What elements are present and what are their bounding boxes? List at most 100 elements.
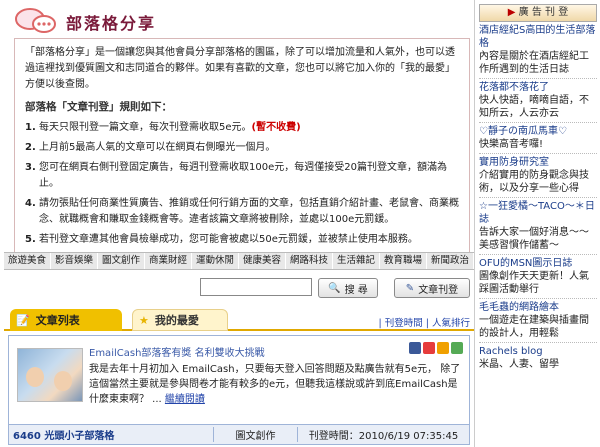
article-excerpt: 我是去年十月初加入 EmailCash，只要每天登入回答問題及點廣告就有5e元，… [89, 362, 465, 407]
sidebar-blog-list: 酒店經紀S高田的生活部落格 內容是關於在酒店經紀工作所遇到的生活日誌 花落都不落… [479, 24, 597, 373]
sidebar-blog-item: 毛毛蟲的網路繪本 一個遊走在建築與插畫間的設計人，用輕鬆 [479, 301, 597, 340]
category-business[interactable]: 商業財經 [145, 253, 192, 269]
category-news[interactable]: 新聞政治 [427, 253, 474, 269]
article-author-link[interactable]: 6460 光頭小子部落格 [9, 427, 213, 442]
article-footer: 6460 光頭小子部落格 圖文創作 刊登時間：2010/6/19 07:35:4… [9, 424, 469, 444]
sidebar-blog-item: OFU的MSN圖示日誌 圖像創作天天更新！人氣踩圖活動舉行 [479, 257, 597, 296]
sidebar-blog-item: ☆一狂愛橘～TACO～＊日誌 告訴大家一個好消息～～美感習慣作儲蓄～ [479, 200, 597, 252]
category-travel-food[interactable]: 旅遊美食 [4, 253, 51, 269]
sidebar-blog-desc: 圖像創作天天更新！人氣踩圖活動舉行 [479, 271, 589, 295]
category-bar: 旅遊美食 影音娛樂 圖文創作 商業財經 運動休閒 健康美容 網路科技 生活雜記 … [4, 252, 474, 270]
sort-by-popularity-link[interactable]: 人氣排行 [432, 318, 470, 329]
tab-favorites-label: 我的最愛 [154, 314, 199, 327]
tab-favorites[interactable]: ★ 我的最愛 [132, 309, 228, 331]
ad-placement-button[interactable]: ▶ 廣 告 刊 登 [479, 4, 597, 22]
sort-by-time-link[interactable]: 刊登時間 [385, 318, 423, 329]
sidebar-blog-link[interactable]: Rachels blog [479, 345, 597, 358]
sidebar-blog-item: ♡靜子の南瓜馬車♡ 快樂高音考囉! [479, 125, 597, 151]
sidebar-blog-link[interactable]: 花落都不落花了 [479, 81, 597, 94]
article-card: EmailCash部落客有獎 名利雙收大挑戰 我是去年十月初加入 EmailCa… [8, 335, 470, 445]
rule-item: 4. 請勿張貼任何商業性質廣告、推銷或任何行銷方面的文章，包括直銷介紹計畫、老鼠… [25, 196, 459, 228]
divider [479, 298, 597, 299]
rule-note: (暫不收費) [251, 122, 301, 133]
rule-item: 1. 每天只限刊登一篇文章，每次刊登需收取5e元。(暫不收費) [25, 120, 459, 136]
rule-item: 5. 若刊登文章遭其他會員檢舉成功，您可能會被處以50e元罰鍰，並被禁止使用本服… [25, 232, 459, 248]
tab-article-list[interactable]: 📝 文章列表 [10, 309, 122, 331]
divider [479, 197, 597, 198]
child-face-image [26, 367, 44, 387]
page-title: 部落格分享 [66, 14, 157, 33]
sidebar: ▶ 廣 告 刊 登 酒店經紀S高田的生活部落格 內容是關於在酒店經紀工作所遇到的… [474, 0, 600, 447]
divider [479, 122, 597, 123]
sidebar-blog-desc: 內容是關於在酒店經紀工作所遇到的生活日誌 [479, 51, 589, 75]
divider [479, 153, 597, 154]
category-sports[interactable]: 運動休閒 [192, 253, 239, 269]
rules-title: 部落格「文章刊登」規則如下： [25, 101, 172, 113]
divider [479, 342, 597, 343]
sidebar-blog-item: 花落都不落花了 快人快語，嘀嘀自語，不知所云，人云亦云 [479, 81, 597, 120]
rule-text: 上月前5最高人氣的文章可以在網頁右側曝光一個月。 [39, 142, 276, 153]
divider [479, 78, 597, 79]
sidebar-blog-link[interactable]: OFU的MSN圖示日誌 [479, 257, 597, 270]
sidebar-blog-link[interactable]: ♡靜子の南瓜馬車♡ [479, 125, 597, 138]
plurk-icon[interactable] [423, 342, 435, 354]
facebook-icon[interactable] [409, 342, 421, 354]
rule-text: 若刊登文章遭其他會員檢舉成功，您可能會被處以50e元罰鍰，並被禁止使用本服務。 [39, 234, 418, 245]
post-article-button[interactable]: ✎ 文章刊登 [394, 278, 470, 298]
rule-text: 每天只限刊登一篇文章，每次刊登需收取5e元。 [39, 122, 252, 133]
share-buttons [409, 342, 463, 354]
tab-bar: 📝 文章列表 ★ 我的最愛 | 刊登時間 | 人氣排行 [4, 309, 474, 331]
bookmark-icon[interactable] [451, 342, 463, 354]
intro-text: 「部落格分享」是一個讓您與其他會員分享部落格的園區，除了可以增加流量和人氣外，也… [25, 47, 455, 90]
category-entertainment[interactable]: 影音娛樂 [51, 253, 98, 269]
intro-panel: 「部落格分享」是一個讓您與其他會員分享部落格的園區，除了可以增加流量和人氣外，也… [14, 38, 470, 270]
sort-links: | 刊登時間 | 人氣排行 [378, 318, 470, 329]
main-content: 部落格分享 「部落格分享」是一個讓您與其他會員分享部落格的園區，除了可以增加流量… [0, 0, 474, 447]
category-creative[interactable]: 圖文創作 [98, 253, 145, 269]
sidebar-blog-desc: 快樂高音考囉! [479, 139, 544, 150]
divider [479, 254, 597, 255]
child-face-image [54, 371, 72, 391]
category-life[interactable]: 生活雜記 [333, 253, 380, 269]
page-header: 部落格分享 [8, 2, 468, 38]
rule-number: 4. [25, 198, 36, 209]
read-more-link[interactable]: 繼續閱讀 [165, 394, 205, 405]
article-title[interactable]: EmailCash部落客有獎 名利雙收大挑戰 [89, 344, 265, 359]
tab-article-list-label: 文章列表 [35, 314, 80, 327]
sidebar-blog-link[interactable]: 酒店經紀S高田的生活部落格 [479, 24, 597, 50]
rule-number: 2. [25, 142, 36, 153]
sidebar-blog-link[interactable]: 實用防身研究室 [479, 156, 597, 169]
search-button-label: 搜 尋 [344, 284, 368, 296]
sidebar-blog-desc: 一個遊走在建築與插畫間的設計人，用輕鬆 [479, 315, 589, 339]
sidebar-blog-desc: 米晶、人妻、留學 [479, 359, 559, 370]
star-icon: ★ [139, 313, 149, 327]
rules-list: 1. 每天只限刊登一篇文章，每次刊登需收取5e元。(暫不收費) 2. 上月前5最… [25, 120, 459, 248]
sidebar-blog-item: 酒店經紀S高田的生活部落格 內容是關於在酒店經紀工作所遇到的生活日誌 [479, 24, 597, 76]
rule-text: 請勿張貼任何商業性質廣告、推銷或任何行銷方面的文章，包括直銷介紹計畫、老鼠會、商… [39, 198, 459, 225]
rule-number: 3. [25, 162, 36, 173]
search-input[interactable] [200, 278, 312, 296]
rule-number: 5. [25, 234, 36, 245]
article-category: 圖文創作 [213, 427, 297, 442]
rule-number: 1. [25, 122, 36, 133]
share-icon[interactable] [437, 342, 449, 354]
sidebar-blog-desc: 告訴大家一個好消息～～美感習慣作儲蓄～ [479, 227, 589, 251]
chat-bubbles-icon [15, 8, 56, 33]
category-tech[interactable]: 網路科技 [286, 253, 333, 269]
search-button[interactable]: 🔍 搜 尋 [318, 278, 378, 298]
sidebar-blog-link[interactable]: 毛毛蟲的網路繪本 [479, 301, 597, 314]
category-career[interactable]: 教育職場 [380, 253, 427, 269]
pencil-icon: ✎ [405, 282, 415, 294]
sidebar-blog-item: Rachels blog 米晶、人妻、留學 [479, 345, 597, 371]
megaphone-icon: ▶ [507, 7, 516, 18]
category-health[interactable]: 健康美容 [239, 253, 286, 269]
sidebar-blog-link[interactable]: ☆一狂愛橘～TACO～＊日誌 [479, 200, 597, 226]
search-row: 🔍 搜 尋 ✎ 文章刊登 [200, 278, 472, 300]
article-post-time: 刊登時間：2010/6/19 07:35:45 [297, 427, 469, 442]
article-thumbnail[interactable] [17, 348, 83, 402]
notepad-icon: 📝 [16, 313, 30, 327]
rule-item: 2. 上月前5最高人氣的文章可以在網頁右側曝光一個月。 [25, 140, 459, 156]
rule-text: 您可在網頁右側刊登固定廣告，每週刊登需收取100e元，每週僅接受20篇刊登文章，… [39, 162, 447, 189]
magnifier-icon: 🔍 [328, 282, 341, 294]
post-button-label: 文章刊登 [418, 284, 459, 296]
